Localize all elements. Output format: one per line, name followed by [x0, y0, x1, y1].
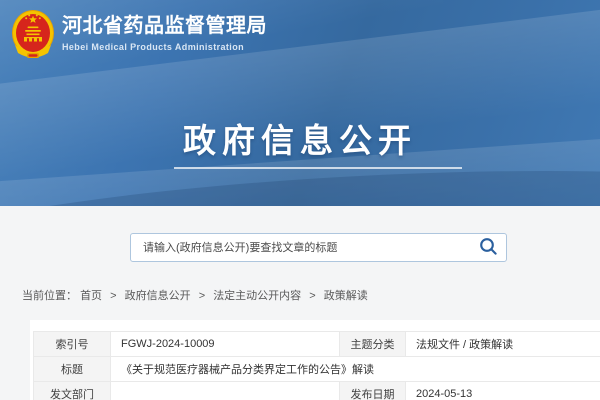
- search-input[interactable]: [131, 234, 470, 261]
- breadcrumb-item-gov-info[interactable]: 政府信息公开: [125, 290, 191, 302]
- table-row-title: 标题 《关于规范医疗器械产品分类界定工作的公告》解读: [34, 357, 600, 382]
- document-info-panel: 索引号 FGWJ-2024-10009 主题分类 法规文件 / 政策解读 标题 …: [30, 320, 600, 400]
- index-number-value: FGWJ-2024-10009: [111, 332, 340, 357]
- org-names: 河北省药品监督管理局 Hebei Medical Products Admini…: [62, 8, 267, 52]
- title-value: 《关于规范医疗器械产品分类界定工作的公告》解读: [111, 357, 600, 382]
- table-row-index: 索引号 FGWJ-2024-10009 主题分类 法规文件 / 政策解读: [34, 332, 600, 357]
- breadcrumb: 当前位置： 首页 > 政府信息公开 > 法定主动公开内容 > 政策解读: [22, 287, 368, 303]
- breadcrumb-item-home[interactable]: 首页: [80, 290, 102, 302]
- org-name-english: Hebei Medical Products Administration: [62, 42, 267, 52]
- site-header: 河北省药品监督管理局 Hebei Medical Products Admini…: [0, 0, 600, 206]
- category-label: 主题分类: [340, 332, 406, 357]
- title-label: 标题: [34, 357, 111, 382]
- breadcrumb-separator: >: [309, 290, 315, 302]
- national-emblem-icon: [11, 8, 55, 62]
- search-box: [130, 233, 507, 262]
- breadcrumb-item-policy-interpretation[interactable]: 政策解读: [324, 290, 368, 302]
- page-title: 政府信息公开: [0, 114, 600, 162]
- breadcrumb-separator: >: [110, 290, 116, 302]
- breadcrumb-item-statutory-disclosure[interactable]: 法定主动公开内容: [213, 290, 301, 302]
- index-number-label: 索引号: [34, 332, 111, 357]
- publish-date-label: 发布日期: [340, 382, 406, 400]
- org-name-chinese: 河北省药品监督管理局: [62, 15, 267, 37]
- department-label: 发文部门: [34, 382, 111, 400]
- category-value: 法规文件 / 政策解读: [406, 332, 600, 357]
- breadcrumb-separator: >: [199, 290, 205, 302]
- site-logo[interactable]: 河北省药品监督管理局 Hebei Medical Products Admini…: [11, 8, 267, 62]
- search-button[interactable]: [470, 234, 506, 261]
- search-icon: [479, 237, 498, 259]
- title-underline: [174, 167, 462, 169]
- breadcrumb-label: 当前位置：: [22, 290, 77, 302]
- publish-date-value: 2024-05-13: [406, 382, 600, 400]
- page: 河北省药品监督管理局 Hebei Medical Products Admini…: [0, 0, 600, 400]
- document-info-table: 索引号 FGWJ-2024-10009 主题分类 法规文件 / 政策解读 标题 …: [33, 331, 600, 400]
- department-value: [111, 382, 340, 400]
- table-row-department-date: 发文部门 发布日期 2024-05-13: [34, 382, 600, 400]
